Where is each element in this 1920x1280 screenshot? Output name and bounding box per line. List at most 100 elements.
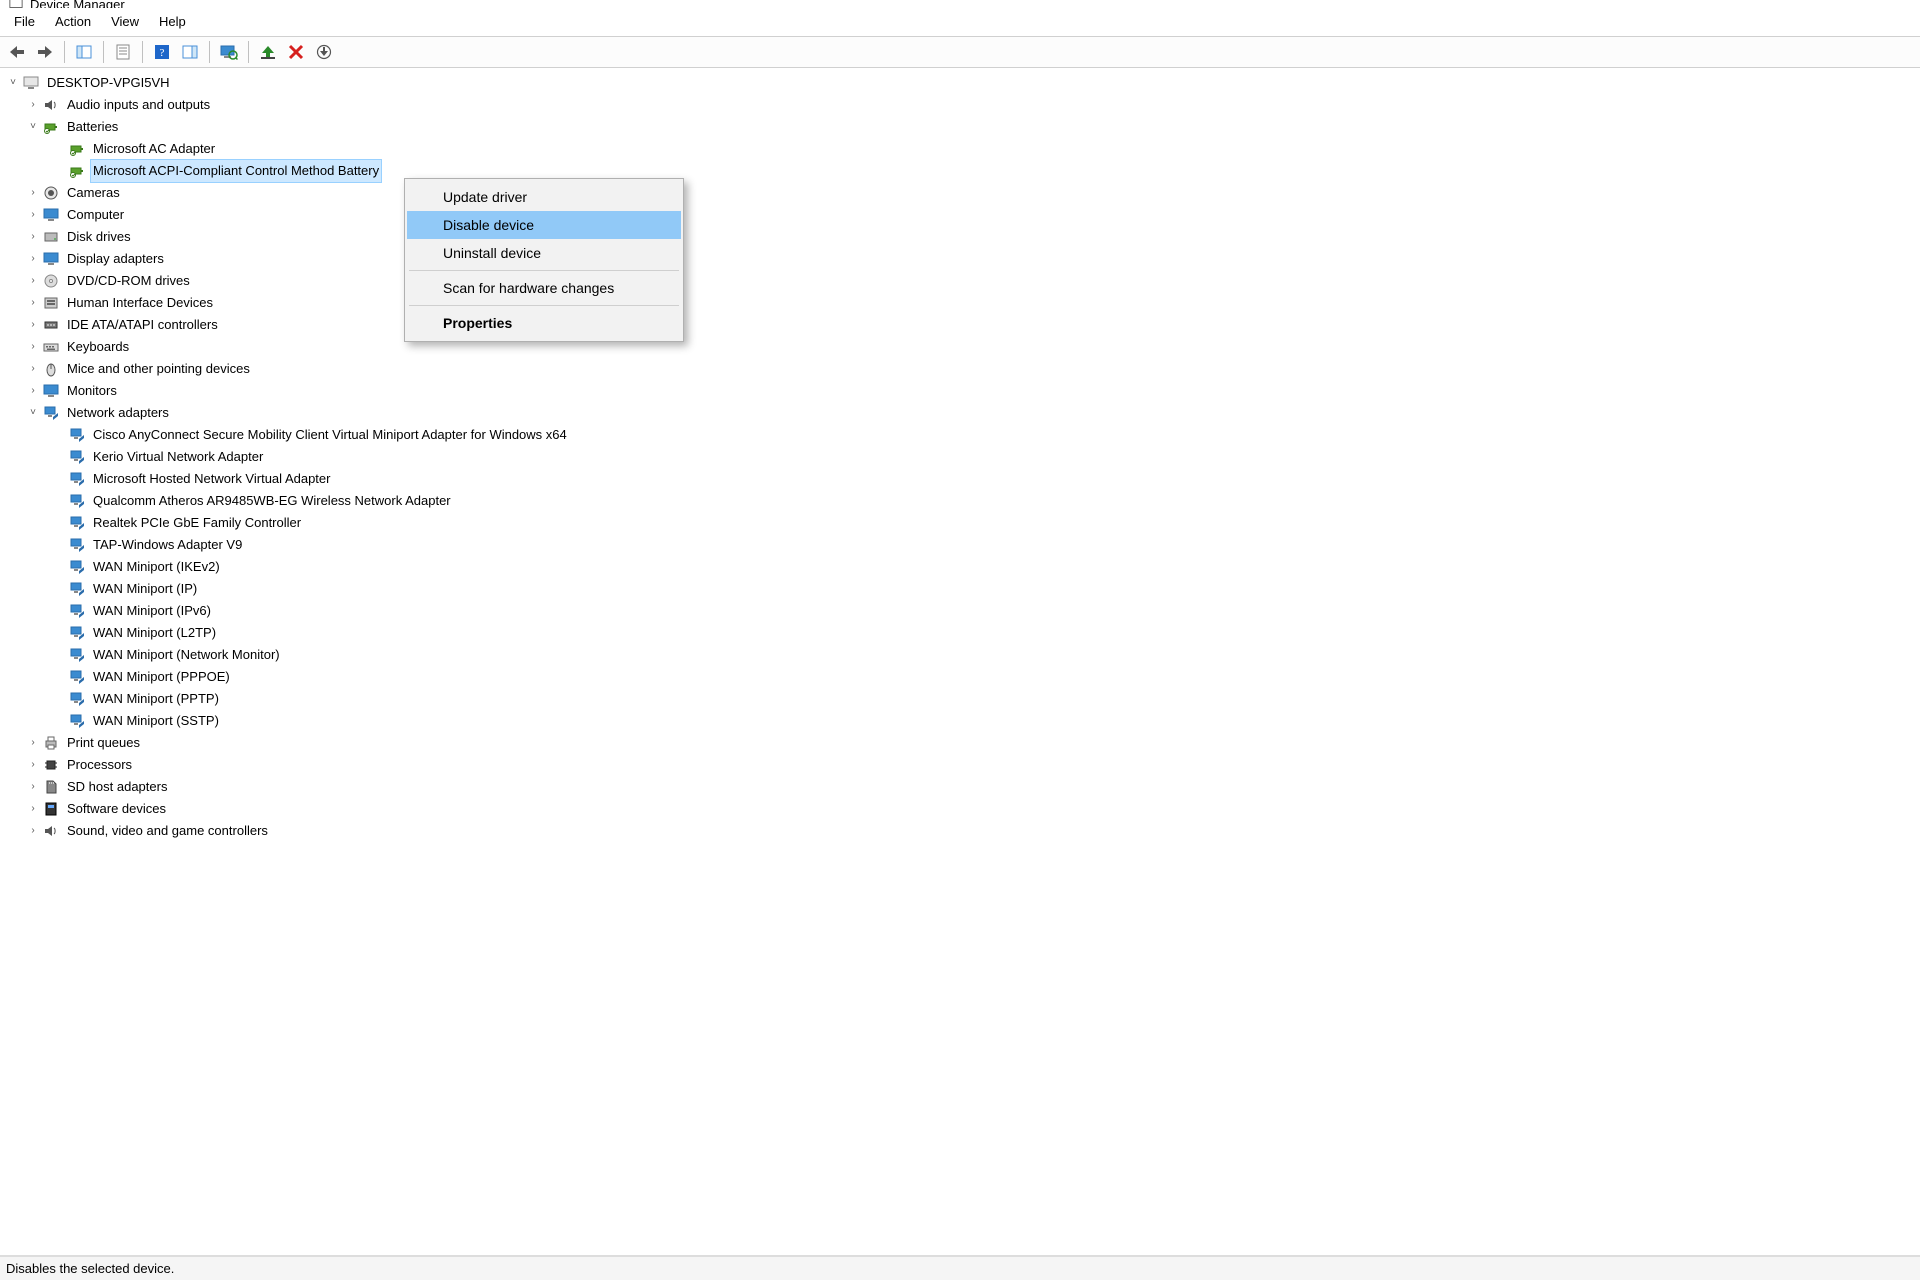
tree-category-label: DVD/CD-ROM drives (64, 269, 193, 293)
scan-hardware-button[interactable] (216, 39, 242, 65)
expand-toggle[interactable]: › (26, 758, 40, 772)
speaker-icon (42, 96, 60, 114)
tree-category-monitors[interactable]: ›Monitors (6, 380, 1920, 402)
expand-toggle[interactable]: › (26, 824, 40, 838)
tree-device[interactable]: ›WAN Miniport (IKEv2) (6, 556, 1920, 578)
help-button[interactable]: ? (149, 39, 175, 65)
help-icon: ? (154, 44, 170, 60)
disk-icon (42, 228, 60, 246)
expand-toggle[interactable]: › (26, 98, 40, 112)
tree-device[interactable]: ›WAN Miniport (PPPOE) (6, 666, 1920, 688)
tree-device[interactable]: ›WAN Miniport (PPTP) (6, 688, 1920, 710)
network-icon (68, 712, 86, 730)
show-hide-tree-button[interactable] (71, 39, 97, 65)
tree-category-network[interactable]: ˅Network adapters (6, 402, 1920, 424)
menu-action[interactable]: Action (45, 10, 101, 33)
tree-category-sound[interactable]: ›Sound, video and game controllers (6, 820, 1920, 842)
tree-category-kbd[interactable]: ›Keyboards (6, 336, 1920, 358)
properties-button[interactable] (110, 39, 136, 65)
expand-toggle[interactable]: › (26, 384, 40, 398)
tree-device[interactable]: ›Kerio Virtual Network Adapter (6, 446, 1920, 468)
expand-toggle[interactable]: › (26, 252, 40, 266)
expand-toggle[interactable]: › (26, 230, 40, 244)
properties-sheet-icon (115, 44, 131, 60)
tree-category-proc[interactable]: › Processors (6, 754, 1920, 776)
tree-device[interactable]: ›TAP-Windows Adapter V9 (6, 534, 1920, 556)
tree-device[interactable]: ›WAN Miniport (IP) (6, 578, 1920, 600)
expand-toggle[interactable]: › (26, 208, 40, 222)
expand-toggle[interactable]: › (26, 274, 40, 288)
monitor-icon (42, 382, 60, 400)
enable-device-button[interactable] (255, 39, 281, 65)
ctx-uninstall-device[interactable]: Uninstall device (407, 239, 681, 267)
expand-toggle[interactable]: › (26, 318, 40, 332)
tree-category-mice[interactable]: ›Mice and other pointing devices (6, 358, 1920, 380)
tree-device-label: Kerio Virtual Network Adapter (90, 445, 266, 469)
uninstall-device-button[interactable] (283, 39, 309, 65)
tree-device[interactable]: ›Microsoft ACPI-Compliant Control Method… (6, 160, 1920, 182)
forward-button[interactable] (32, 39, 58, 65)
ctx-update-driver[interactable]: Update driver (407, 183, 681, 211)
monitor-icon (42, 250, 60, 268)
tree-category-batteries[interactable]: ˅Batteries (6, 116, 1920, 138)
action-button[interactable] (177, 39, 203, 65)
menubar: File Action View Help (0, 8, 1920, 34)
tree-category-ide[interactable]: ›IDE ATA/ATAPI controllers (6, 314, 1920, 336)
expand-toggle[interactable]: › (26, 780, 40, 794)
expand-toggle[interactable]: ˅ (26, 406, 40, 420)
expand-toggle[interactable]: ˅ (6, 76, 20, 90)
ctx-properties[interactable]: Properties (407, 309, 681, 337)
statusbar-text: Disables the selected device. (6, 1261, 174, 1276)
tree-category-print[interactable]: ›Print queues (6, 732, 1920, 754)
tree-device[interactable]: ›Realtek PCIe GbE Family Controller (6, 512, 1920, 534)
tree-category-audio[interactable]: › Audio inputs and outputs (6, 94, 1920, 116)
tree-device[interactable]: ›WAN Miniport (IPv6) (6, 600, 1920, 622)
tree-device[interactable]: ›Microsoft AC Adapter (6, 138, 1920, 160)
menu-file[interactable]: File (4, 10, 45, 33)
tree-device[interactable]: ›Microsoft Hosted Network Virtual Adapte… (6, 468, 1920, 490)
tree-category-sd[interactable]: ›SD host adapters (6, 776, 1920, 798)
expand-toggle[interactable]: › (26, 362, 40, 376)
delete-x-icon (288, 44, 304, 60)
ctx-scan-hardware[interactable]: Scan for hardware changes (407, 274, 681, 302)
tree-device[interactable]: ›WAN Miniport (SSTP) (6, 710, 1920, 732)
ctx-separator (409, 270, 679, 271)
tree-category-disk[interactable]: › Disk drives (6, 226, 1920, 248)
tree-device[interactable]: ›Cisco AnyConnect Secure Mobility Client… (6, 424, 1920, 446)
tree-device[interactable]: ›Qualcomm Atheros AR9485WB-EG Wireless N… (6, 490, 1920, 512)
tree-category-label: Disk drives (64, 225, 134, 249)
expand-toggle[interactable]: › (26, 340, 40, 354)
tree-category-cameras[interactable]: ›Cameras (6, 182, 1920, 204)
network-icon (68, 580, 86, 598)
tree-device[interactable]: ›WAN Miniport (Network Monitor) (6, 644, 1920, 666)
disable-device-button[interactable] (311, 39, 337, 65)
cpu-icon (42, 756, 60, 774)
toolbar-separator (142, 41, 143, 63)
expand-toggle[interactable]: › (26, 296, 40, 310)
tree-device-label: Cisco AnyConnect Secure Mobility Client … (90, 423, 570, 447)
tree-category-soft[interactable]: › Software devices (6, 798, 1920, 820)
device-tree[interactable]: ˅ DESKTOP-VPGI5VH › Audio inputs and outp… (0, 68, 1920, 1256)
tree-root[interactable]: ˅ DESKTOP-VPGI5VH (6, 72, 1920, 94)
tree-category-computer[interactable]: ›Computer (6, 204, 1920, 226)
network-icon (68, 426, 86, 444)
expand-toggle[interactable]: ˅ (26, 120, 40, 134)
tree-category-hid[interactable]: ›Human Interface Devices (6, 292, 1920, 314)
monitor-icon (42, 206, 60, 224)
menu-help[interactable]: Help (149, 10, 196, 33)
tree-category-display[interactable]: ›Display adapters (6, 248, 1920, 270)
expand-toggle[interactable]: › (26, 186, 40, 200)
back-button[interactable] (4, 39, 30, 65)
tree-device-label: WAN Miniport (IP) (90, 577, 200, 601)
tree-device[interactable]: ›WAN Miniport (L2TP) (6, 622, 1920, 644)
tree-category-label: Audio inputs and outputs (64, 93, 213, 117)
tree-category-label: Software devices (64, 797, 169, 821)
tree-category-label: Processors (64, 753, 135, 777)
expand-toggle[interactable]: › (26, 802, 40, 816)
speaker-icon (42, 822, 60, 840)
ctx-disable-device[interactable]: Disable device (407, 211, 681, 239)
hid-icon (42, 294, 60, 312)
tree-category-dvd[interactable]: › DVD/CD-ROM drives (6, 270, 1920, 292)
expand-toggle[interactable]: › (26, 736, 40, 750)
menu-view[interactable]: View (101, 10, 149, 33)
